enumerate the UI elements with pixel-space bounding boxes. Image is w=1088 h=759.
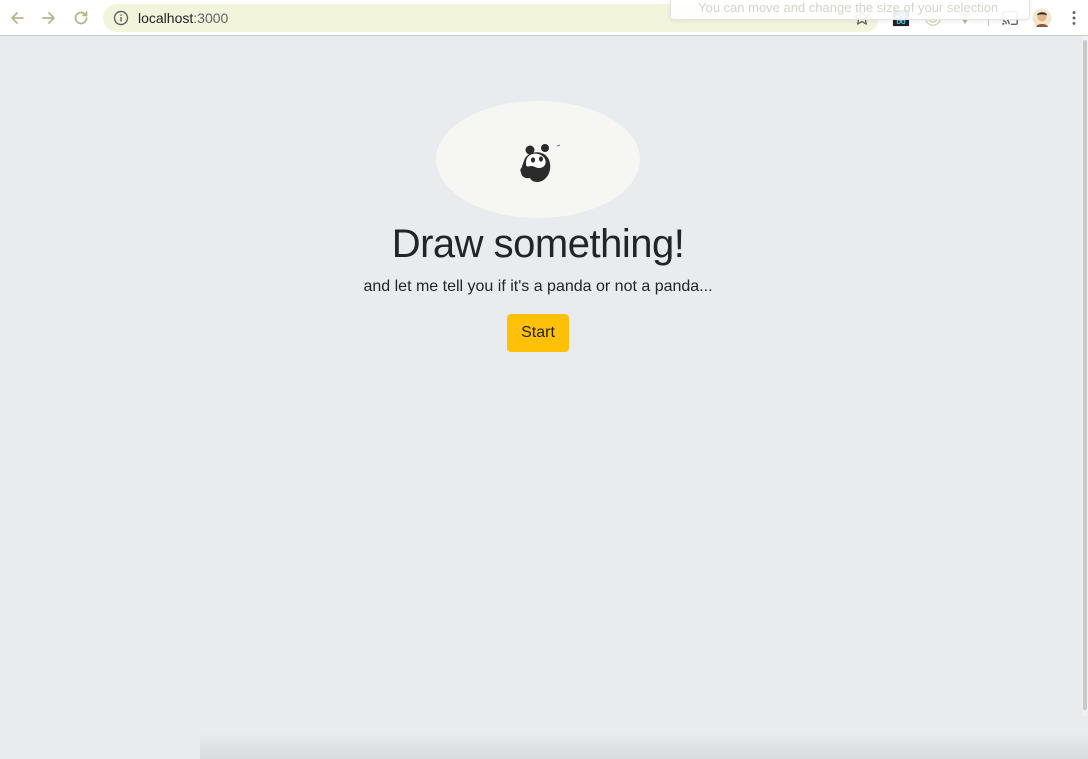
- panda-icon: [520, 143, 561, 182]
- menu-button[interactable]: [1064, 8, 1084, 28]
- profile-button[interactable]: [1032, 8, 1052, 28]
- avatar: [1032, 8, 1052, 28]
- kebab-menu-icon: [1072, 11, 1076, 25]
- info-icon[interactable]: [113, 10, 129, 26]
- scrollbar-thumb[interactable]: [1083, 40, 1087, 710]
- page-subtitle: and let me tell you if it's a panda or n…: [363, 278, 713, 295]
- arrow-left-icon: [11, 12, 24, 24]
- url-text[interactable]: localhost:3000: [138, 10, 228, 26]
- reload-button[interactable]: [69, 6, 93, 30]
- reload-icon: [74, 11, 88, 25]
- url-port: :3000: [193, 10, 229, 26]
- forward-button[interactable]: [37, 6, 61, 30]
- start-button[interactable]: Start: [507, 314, 569, 352]
- selection-tooltip: You can move and change the size of your…: [670, 0, 1030, 20]
- selection-tooltip-text: You can move and change the size of your…: [698, 0, 999, 15]
- arrow-right-icon: [42, 12, 55, 24]
- page-title: Draw something!: [391, 222, 685, 266]
- url-host: localhost: [138, 10, 194, 26]
- back-button[interactable]: [5, 6, 29, 30]
- bottom-shadow: [200, 733, 1088, 759]
- panda-logo: [436, 101, 640, 218]
